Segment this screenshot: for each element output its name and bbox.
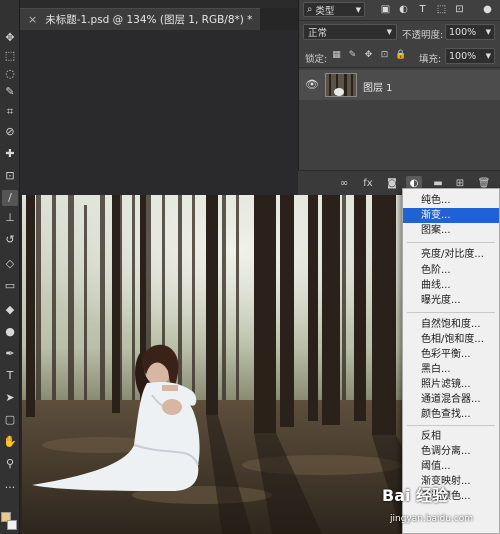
menu-item-gradient[interactable]: 渐变... <box>403 208 499 223</box>
menu-item-channel-mixer[interactable]: 通道混合器... <box>403 392 499 407</box>
menu-item-color-lookup[interactable]: 颜色查找... <box>403 407 499 422</box>
hand-icon[interactable]: ✋ <box>2 434 18 450</box>
divider <box>299 67 500 68</box>
crop-icon[interactable]: ⌗ <box>2 104 18 120</box>
menu-separator <box>407 312 495 313</box>
layer-row[interactable]: 👁 图层 1 <box>299 70 500 100</box>
menu-item-color-balance[interactable]: 色彩平衡... <box>403 347 499 362</box>
gradient-icon[interactable]: ▭ <box>2 278 18 294</box>
search-icon: ⌕ <box>307 4 313 15</box>
layer-name: 图层 1 <box>363 83 393 94</box>
adjustment-filter-icon[interactable]: ◐ <box>397 3 410 16</box>
chevron-down-icon: ▼ <box>485 52 491 60</box>
menu-separator <box>407 242 495 243</box>
filter-kind-select[interactable]: ⌕ 类型 ▼ <box>303 2 365 17</box>
menu-item-hue-saturation[interactable]: 色相/饱和度... <box>403 332 499 347</box>
tools-panel: ✥ ⬚ ◌ ✎ ⌗ ⊘ ✚ ⊡ / ⊥ ↺ ◇ ▭ ◆ ● ✒ T ➤ ▢ ✋ … <box>0 0 20 534</box>
baidu-watermark: Bai 经验 jingyan.baidu.com <box>380 480 500 534</box>
type-icon[interactable]: T <box>2 368 18 384</box>
document-tab-title: 未标题-1.psd @ 134% (图层 1, RGB/8*) * <box>45 14 253 26</box>
lock-position-icon[interactable]: ✥ <box>363 50 374 61</box>
zoom-icon[interactable]: ⚲ <box>2 456 18 472</box>
fill-value: 100% <box>449 50 477 62</box>
menu-item-threshold[interactable]: 阈值... <box>403 459 499 474</box>
menu-item-curves[interactable]: 曲线... <box>403 278 499 293</box>
type-filter-icon[interactable]: T <box>416 3 429 16</box>
opacity-label: 不透明度: <box>402 30 444 41</box>
eye-icon[interactable]: 👁 <box>305 79 319 91</box>
layer-thumbnail-image <box>326 74 356 96</box>
smart-object-filter-icon[interactable]: ⊡ <box>453 3 466 16</box>
layer-style-icon[interactable]: fx <box>360 176 376 191</box>
menu-item-black-white[interactable]: 黑白... <box>403 362 499 377</box>
menu-item-vibrance[interactable]: 自然饱和度... <box>403 317 499 332</box>
more-icon[interactable]: ··· <box>2 480 18 496</box>
shape-filter-icon[interactable]: ⬚ <box>435 3 448 16</box>
document-top-strip <box>20 0 298 8</box>
healing-icon[interactable]: ✚ <box>2 146 18 162</box>
path-select-icon[interactable]: ➤ <box>2 390 18 406</box>
menu-item-photo-filter[interactable]: 照片滤镜... <box>403 377 499 392</box>
add-mask-icon[interactable]: ◙ <box>384 176 400 191</box>
layers-panel: ⌕ 类型 ▼ ▣ ◐ T ⬚ ⊡ ● 正常 ▼ 不透明度: 100% ▼ 锁定:… <box>298 0 500 195</box>
canvas-pasteboard <box>20 30 298 195</box>
shape-icon[interactable]: ▢ <box>2 412 18 428</box>
menu-item-solid-color[interactable]: 纯色... <box>403 193 499 208</box>
chevron-down-icon: ▼ <box>355 5 361 14</box>
lock-artboard-icon[interactable]: ⊡ <box>379 50 390 61</box>
watermark-url: jingyan.baidu.com <box>390 514 474 524</box>
marquee-icon[interactable]: ⬚ <box>2 48 18 64</box>
background-color-swatch[interactable] <box>7 520 17 530</box>
dodge-icon[interactable]: ● <box>2 324 18 340</box>
lock-image-icon[interactable]: ✎ <box>347 50 358 61</box>
fill-label: 填充: <box>419 54 442 65</box>
pixel-filter-icon[interactable]: ▣ <box>379 3 392 16</box>
lock-label: 锁定: <box>305 54 328 65</box>
quick-select-icon[interactable]: ✎ <box>2 84 18 100</box>
menu-item-pattern[interactable]: 图案... <box>403 223 499 238</box>
lasso-icon[interactable]: ◌ <box>2 66 18 82</box>
menu-item-levels[interactable]: 色阶... <box>403 263 499 278</box>
menu-item-brightness-contrast[interactable]: 亮度/对比度... <box>403 247 499 262</box>
layer-thumbnail <box>325 73 357 97</box>
opacity-field[interactable]: 100% ▼ <box>445 24 495 40</box>
lock-all-icon[interactable]: 🔒 <box>395 50 406 61</box>
chevron-down-icon: ▼ <box>386 28 392 36</box>
watermark-logo: Bai 经验 <box>382 486 449 505</box>
filter-kind-value: 类型 <box>315 5 335 17</box>
patch-icon[interactable]: ⊡ <box>2 168 18 184</box>
filter-toggle-icon[interactable]: ● <box>481 3 494 16</box>
fill-field[interactable]: 100% ▼ <box>445 48 495 64</box>
menu-item-invert[interactable]: 反相 <box>403 429 499 444</box>
blend-mode-value: 正常 <box>308 28 328 39</box>
stamp-icon[interactable]: ⊥ <box>2 210 18 226</box>
document-tab[interactable]: × 未标题-1.psd @ 134% (图层 1, RGB/8*) * <box>20 8 260 30</box>
menu-item-exposure[interactable]: 曝光度... <box>403 293 499 308</box>
menu-item-posterize[interactable]: 色调分离... <box>403 444 499 459</box>
eraser-icon[interactable]: ◇ <box>2 256 18 272</box>
menu-separator <box>407 425 495 426</box>
history-brush-icon[interactable]: ↺ <box>2 232 18 248</box>
blur-icon[interactable]: ◆ <box>2 302 18 318</box>
blend-mode-select[interactable]: 正常 ▼ <box>303 24 397 40</box>
close-tab-icon[interactable]: × <box>28 13 37 26</box>
chevron-down-icon: ▼ <box>485 28 491 36</box>
brush-icon[interactable]: / <box>2 190 18 206</box>
lock-transparent-icon[interactable]: ▦ <box>331 50 342 61</box>
divider <box>299 20 500 21</box>
link-layers-icon[interactable]: ∞ <box>336 176 352 191</box>
eyedropper-icon[interactable]: ⊘ <box>2 124 18 140</box>
move-icon[interactable]: ✥ <box>2 30 18 46</box>
opacity-value: 100% <box>449 26 477 38</box>
pen-icon[interactable]: ✒ <box>2 346 18 362</box>
